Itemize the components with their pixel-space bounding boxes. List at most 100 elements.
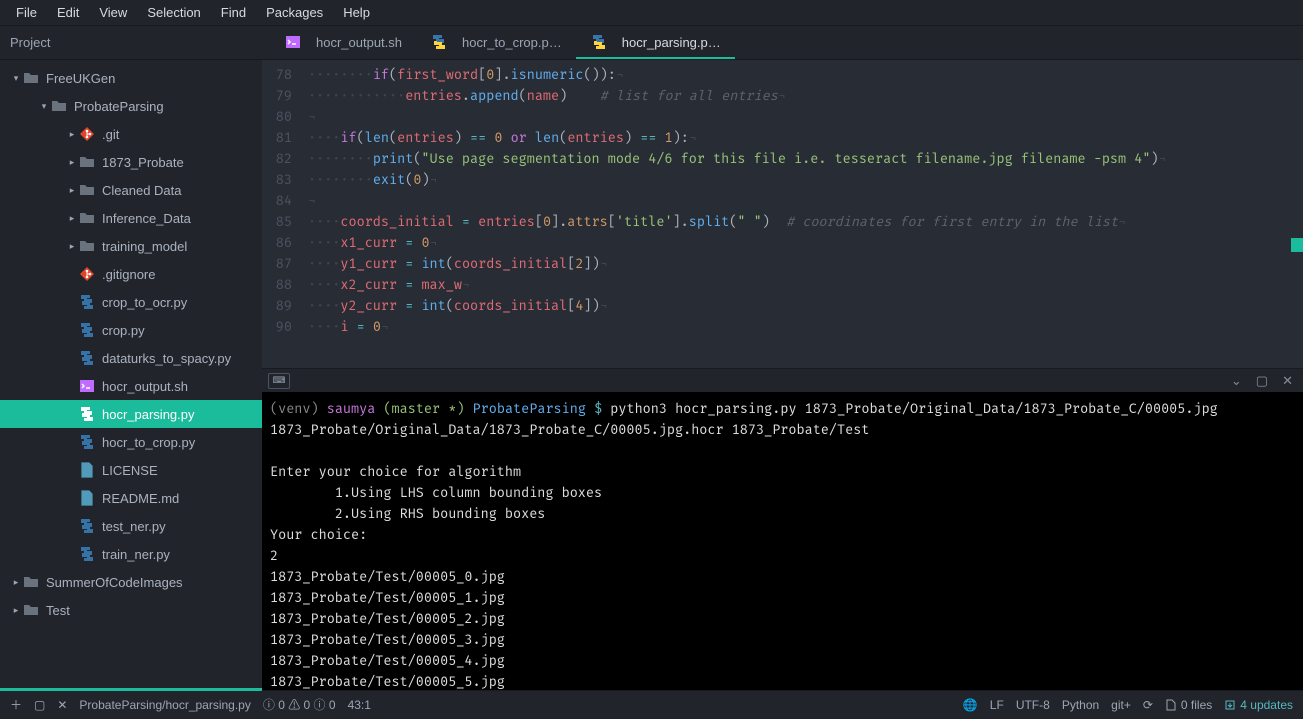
tree-item-test[interactable]: ▸ Test xyxy=(0,596,262,624)
code-content: ····x2_curr = max_w¬ xyxy=(308,274,470,295)
minimap[interactable] xyxy=(1289,60,1303,368)
tab-hocr-parsing-p-[interactable]: hocr_parsing.p… xyxy=(576,27,735,59)
tree-item--gitignore[interactable]: .gitignore xyxy=(0,260,262,288)
globe-icon[interactable]: 🌐 xyxy=(963,698,978,712)
terminal-icon[interactable]: ▢ xyxy=(34,698,45,712)
menu-file[interactable]: File xyxy=(6,1,47,24)
tree-item-inference-data[interactable]: ▸ Inference_Data xyxy=(0,204,262,232)
line-number: 85 xyxy=(262,211,308,232)
py-icon xyxy=(590,33,608,51)
code-line[interactable]: 83········exit(0)¬ xyxy=(262,169,1303,190)
menu-find[interactable]: Find xyxy=(211,1,256,24)
tree-item-hocr-output-sh[interactable]: hocr_output.sh xyxy=(0,372,262,400)
updates-badge[interactable]: 4 updates xyxy=(1224,698,1293,712)
chevron-icon[interactable]: ▸ xyxy=(66,157,78,168)
code-line[interactable]: 89····y2_curr = int(coords_initial[4])¬ xyxy=(262,295,1303,316)
chevron-icon[interactable]: ▾ xyxy=(38,101,50,112)
code-editor[interactable]: 78········if(first_word[0].isnumeric()):… xyxy=(262,60,1303,368)
git-fetch-icon[interactable]: ⟳ xyxy=(1143,698,1153,712)
tab-label: hocr_parsing.p… xyxy=(622,35,721,50)
line-number: 87 xyxy=(262,253,308,274)
txt-icon xyxy=(78,489,96,507)
line-ending[interactable]: LF xyxy=(990,698,1004,712)
tree-item-1873-probate[interactable]: ▸1873_Probate xyxy=(0,148,262,176)
code-line[interactable]: 82········print("Use page segmentation m… xyxy=(262,148,1303,169)
tree-item-label: Test xyxy=(46,603,70,618)
tree-item-label: dataturks_to_spacy.py xyxy=(102,351,231,366)
chevron-icon[interactable]: ▸ xyxy=(66,185,78,196)
tree-item-label: hocr_parsing.py xyxy=(102,407,195,422)
close-icon[interactable]: ✕ xyxy=(1282,373,1293,389)
tree-item-label: ProbateParsing xyxy=(74,99,164,114)
menubar: FileEditViewSelectionFindPackagesHelp xyxy=(0,0,1303,26)
menu-view[interactable]: View xyxy=(89,1,137,24)
folder-icon xyxy=(78,181,96,199)
tree-item-cleaned-data[interactable]: ▸Cleaned Data xyxy=(0,176,262,204)
tree-item-label: LICENSE xyxy=(102,463,158,478)
chevron-down-icon[interactable]: ⌄ xyxy=(1231,373,1242,389)
close-icon[interactable]: ✕ xyxy=(57,698,67,712)
chevron-icon[interactable]: ▸ xyxy=(10,577,22,588)
code-line[interactable]: 80¬ xyxy=(262,106,1303,127)
tree-item-label: .git xyxy=(102,127,119,142)
cursor-position[interactable]: 43:1 xyxy=(348,698,371,712)
chevron-icon[interactable]: ▾ xyxy=(10,73,22,84)
tree-item-dataturks-to-spacy-py[interactable]: dataturks_to_spacy.py xyxy=(0,344,262,372)
chevron-icon[interactable]: ▸ xyxy=(10,605,22,616)
tree-item-crop-py[interactable]: crop.py xyxy=(0,316,262,344)
tree-item-label: hocr_output.sh xyxy=(102,379,188,394)
tab-hocr-to-crop-p-[interactable]: hocr_to_crop.p… xyxy=(416,27,576,59)
tree-item-probateparsing[interactable]: ▾ ProbateParsing xyxy=(0,92,262,120)
changed-files[interactable]: 0 files xyxy=(1165,698,1212,712)
tree-item-license[interactable]: LICENSE xyxy=(0,456,262,484)
code-line[interactable]: 81····if(len(entries) == 0 or len(entrie… xyxy=(262,127,1303,148)
encoding[interactable]: UTF-8 xyxy=(1016,698,1050,712)
code-line[interactable]: 78········if(first_word[0].isnumeric()):… xyxy=(262,64,1303,85)
terminal[interactable]: (venv) saumya (master *) ProbateParsing … xyxy=(262,392,1303,690)
tree-item-test-ner-py[interactable]: test_ner.py xyxy=(0,512,262,540)
menu-help[interactable]: Help xyxy=(333,1,380,24)
menu-selection[interactable]: Selection xyxy=(137,1,210,24)
tree-item-label: Inference_Data xyxy=(102,211,191,226)
code-line[interactable]: 88····x2_curr = max_w¬ xyxy=(262,274,1303,295)
tree-item-freeukgen[interactable]: ▾FreeUKGen xyxy=(0,64,262,92)
chevron-icon[interactable]: ▸ xyxy=(66,213,78,224)
chevron-icon[interactable]: ▸ xyxy=(66,129,78,140)
tree-item-train-ner-py[interactable]: train_ner.py xyxy=(0,540,262,568)
py-icon xyxy=(430,33,448,51)
keyboard-icon[interactable]: ⌨ xyxy=(268,373,290,389)
git-status[interactable]: git+ xyxy=(1111,698,1131,712)
code-line[interactable]: 79············entries.append(name) # lis… xyxy=(262,85,1303,106)
menu-edit[interactable]: Edit xyxy=(47,1,89,24)
tree-item-crop-to-ocr-py[interactable]: crop_to_ocr.py xyxy=(0,288,262,316)
status-path[interactable]: ProbateParsing/hocr_parsing.py xyxy=(79,698,250,712)
tab-hocr-output-sh[interactable]: hocr_output.sh xyxy=(270,27,416,59)
code-content: ····y2_curr = int(coords_initial[4])¬ xyxy=(308,295,608,316)
line-number: 78 xyxy=(262,64,308,85)
menu-packages[interactable]: Packages xyxy=(256,1,333,24)
file-tree[interactable]: ▾FreeUKGen▾ProbateParsing▸.git▸1873_Prob… xyxy=(0,60,262,690)
tree-item-summerofcodeimages[interactable]: ▸SummerOfCodeImages xyxy=(0,568,262,596)
code-line[interactable]: 86····x1_curr = 0¬ xyxy=(262,232,1303,253)
tree-item-label: crop_to_ocr.py xyxy=(102,295,187,310)
tree-item-hocr-parsing-py[interactable]: hocr_parsing.py xyxy=(0,400,262,428)
code-line[interactable]: 84¬ xyxy=(262,190,1303,211)
new-file-icon[interactable]: ＋ xyxy=(10,696,22,713)
code-content: ····i = 0¬ xyxy=(308,316,389,337)
language[interactable]: Python xyxy=(1062,698,1099,712)
diagnostics[interactable]: ⓘ 0 ⚠ 0 ⓘ 0 xyxy=(263,696,336,713)
txt-icon xyxy=(78,461,96,479)
tree-item-training-model[interactable]: ▸training_model xyxy=(0,232,262,260)
tree-item-readme-md[interactable]: README.md xyxy=(0,484,262,512)
line-number: 83 xyxy=(262,169,308,190)
code-line[interactable]: 87····y1_curr = int(coords_initial[2])¬ xyxy=(262,253,1303,274)
tree-item--git[interactable]: ▸ .git xyxy=(0,120,262,148)
code-content: ····if(len(entries) == 0 or len(entries)… xyxy=(308,127,697,148)
maximize-icon[interactable]: ▢ xyxy=(1256,373,1268,389)
git-icon xyxy=(78,265,96,283)
editor-area: hocr_output.shhocr_to_crop.p… hocr_parsin… xyxy=(262,26,1303,690)
code-line[interactable]: 85····coords_initial = entries[0].attrs[… xyxy=(262,211,1303,232)
tree-item-hocr-to-crop-py[interactable]: hocr_to_crop.py xyxy=(0,428,262,456)
code-line[interactable]: 90····i = 0¬ xyxy=(262,316,1303,337)
chevron-icon[interactable]: ▸ xyxy=(66,241,78,252)
